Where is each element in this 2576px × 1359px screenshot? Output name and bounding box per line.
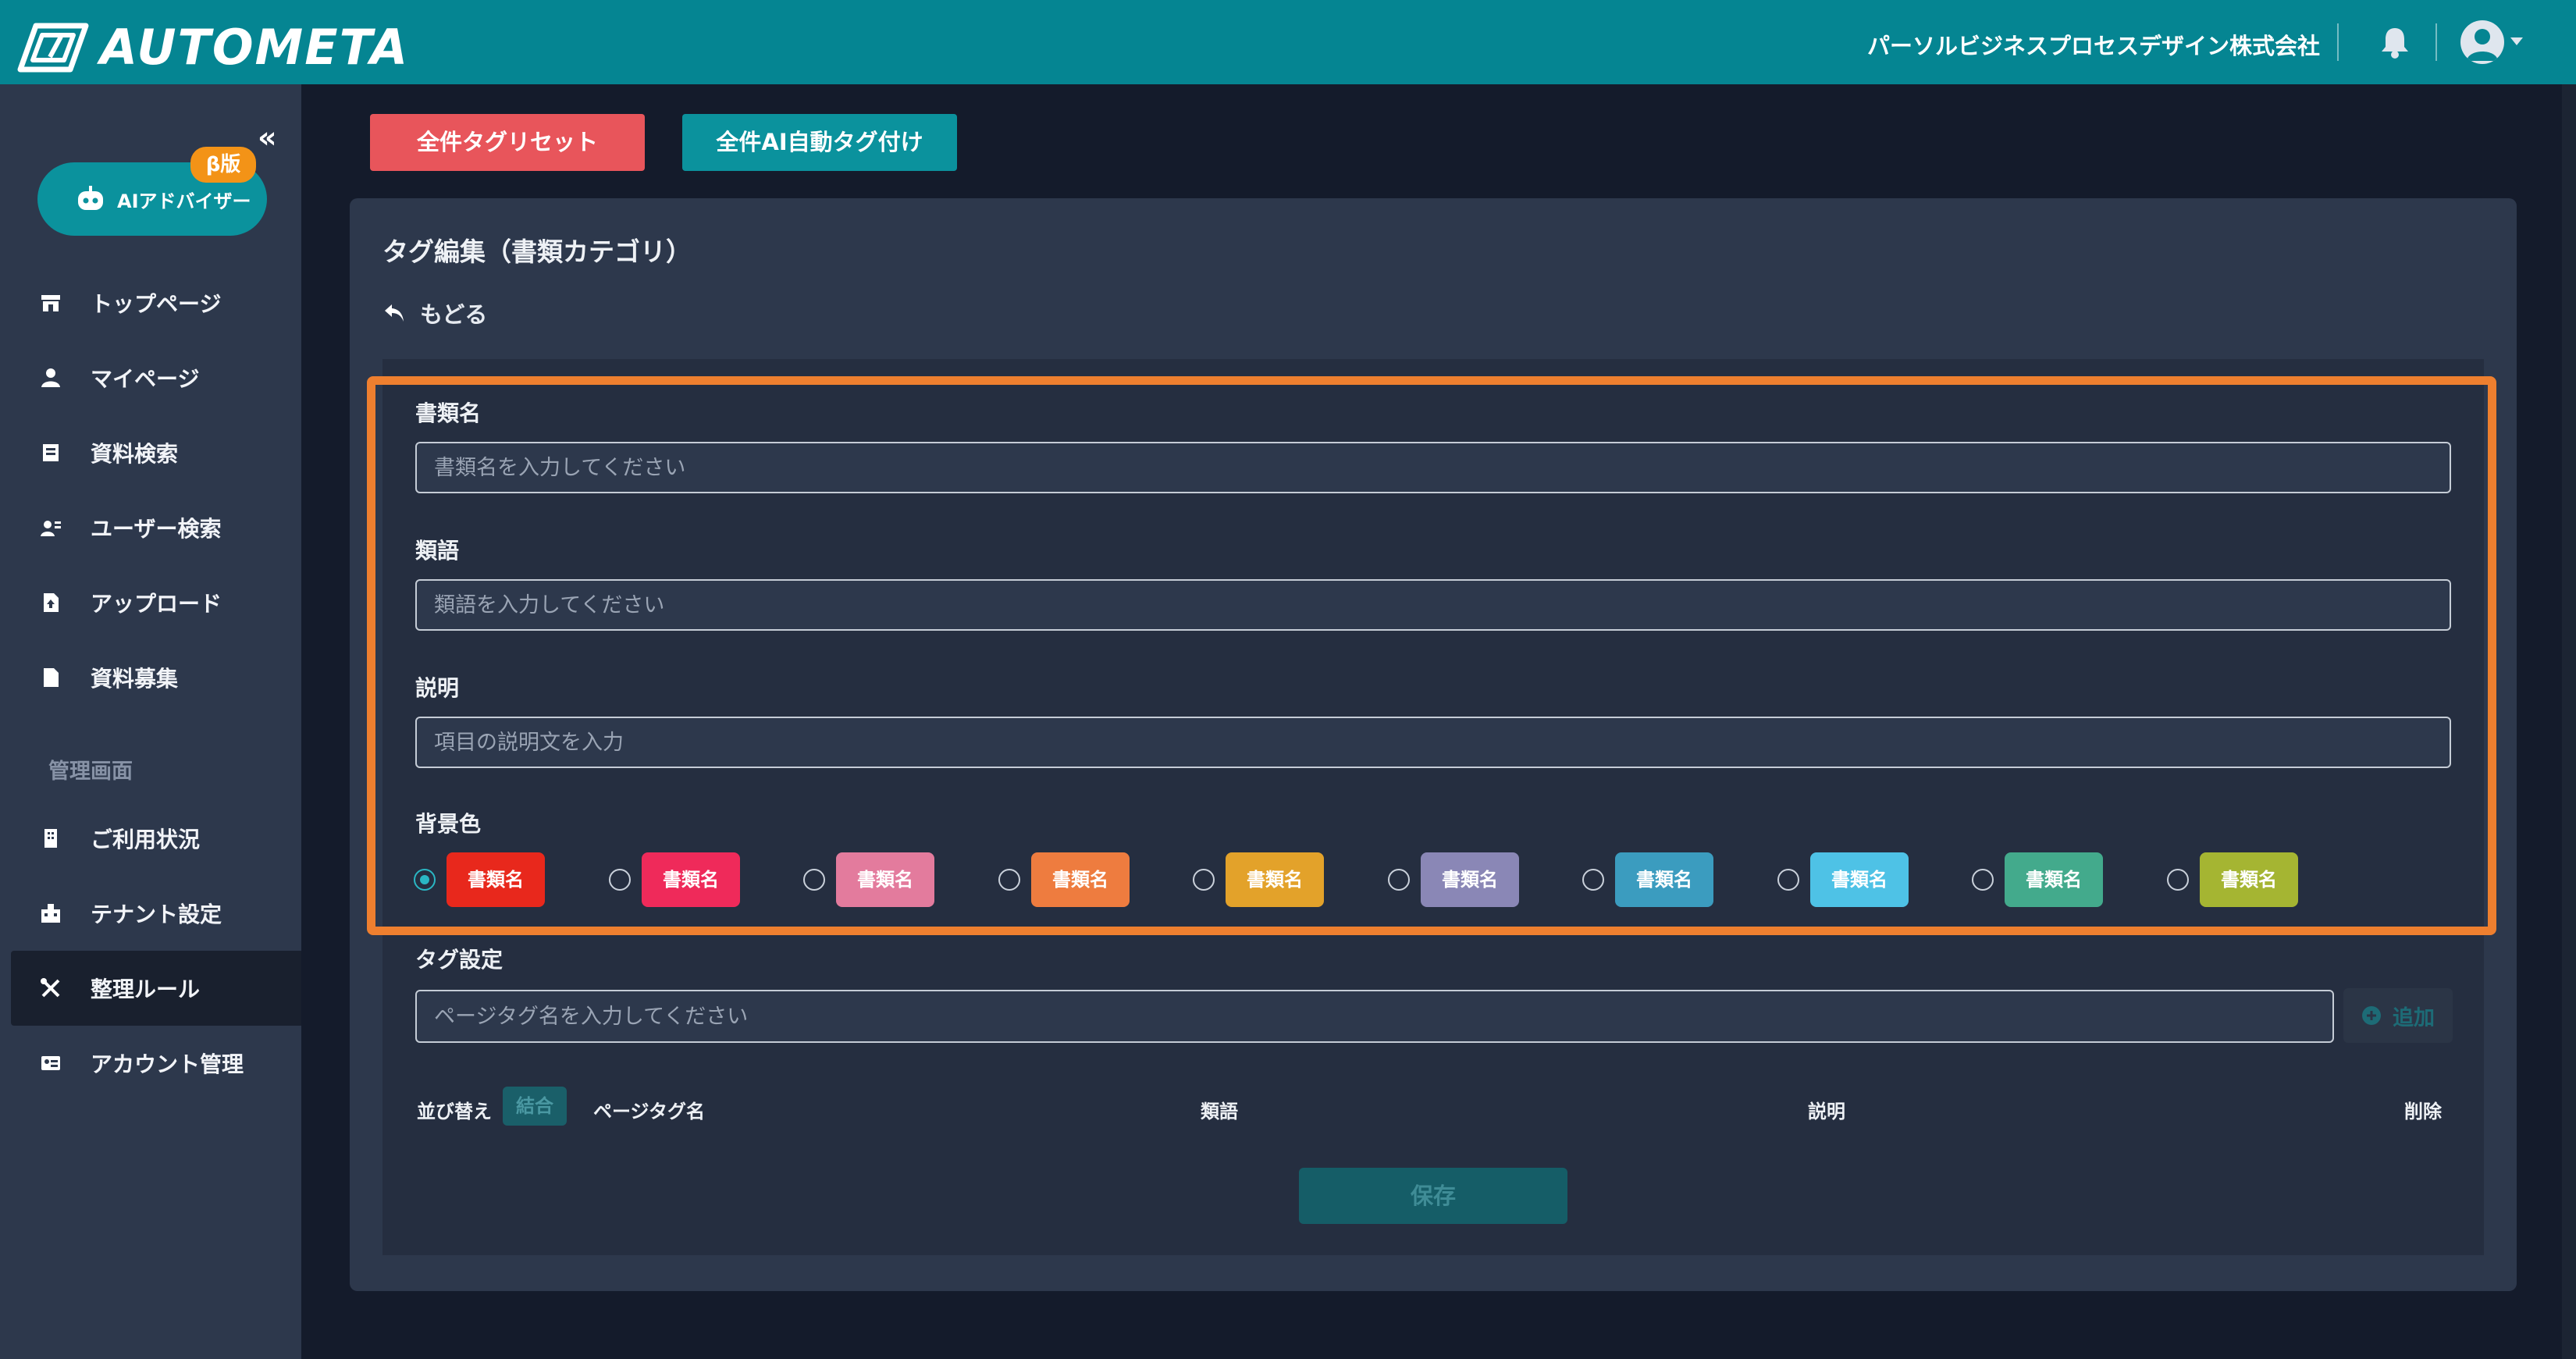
person-icon xyxy=(41,368,60,387)
add-tag-label: 追加 xyxy=(2393,1005,2435,1030)
sidebar-item-top-page[interactable]: トップページ xyxy=(11,265,301,340)
ai-auto-tag-all-button[interactable]: 全件AI自動タグ付け xyxy=(682,114,957,171)
header-divider xyxy=(2337,23,2339,61)
user-search-icon xyxy=(41,521,61,536)
brand-name: AUTOMETA xyxy=(100,19,410,76)
highlight-frame xyxy=(367,376,2496,935)
sidebar-item-organize-rules[interactable]: 整理ルール xyxy=(11,951,301,1026)
sidebar-item-label: 資料募集 xyxy=(91,666,179,692)
file-icon xyxy=(44,668,59,687)
admin-section-label: 管理画面 xyxy=(48,760,133,784)
save-button[interactable]: 保存 xyxy=(1299,1168,1567,1224)
sidebar: « AIアドバイザー β版 トップページ マイページ 資料検索 ユーザー検索 ア… xyxy=(0,84,301,1359)
robot-icon xyxy=(78,186,103,210)
sidebar-item-document-request[interactable]: 資料募集 xyxy=(11,640,301,715)
bell-icon[interactable] xyxy=(2376,23,2414,61)
sidebar-item-label: マイページ xyxy=(91,366,200,392)
tenant-icon xyxy=(41,904,60,923)
sidebar-item-document-search[interactable]: 資料検索 xyxy=(11,415,301,490)
building-icon xyxy=(44,829,57,848)
sidebar-item-user-search[interactable]: ユーザー検索 xyxy=(11,490,301,565)
sidebar-item-usage[interactable]: ご利用状況 xyxy=(11,801,301,876)
column-delete: 削除 xyxy=(2404,1101,2442,1122)
back-arrow-icon xyxy=(385,304,404,322)
back-label: もどる xyxy=(420,301,488,328)
column-sort: 並び替え xyxy=(417,1101,492,1122)
id-card-icon xyxy=(41,1056,60,1070)
plus-circle-icon xyxy=(2362,1006,2381,1025)
column-page-tag-name: ページタグ名 xyxy=(593,1101,706,1122)
company-name: パーソルビジネスプロセスデザイン株式会社 xyxy=(1866,33,2320,59)
merge-button[interactable]: 結合 xyxy=(503,1087,567,1126)
sidebar-item-label: アカウント管理 xyxy=(91,1051,244,1077)
tools-icon xyxy=(41,978,60,998)
user-avatar-icon[interactable] xyxy=(2460,20,2504,64)
reset-all-tags-button[interactable]: 全件タグリセット xyxy=(370,114,645,171)
column-synonym: 類語 xyxy=(1201,1101,1238,1122)
sidebar-item-label: 整理ルール xyxy=(91,977,201,1002)
document-search-icon xyxy=(43,444,59,461)
caret-down-icon[interactable] xyxy=(2509,36,2524,47)
logo-icon xyxy=(17,23,89,72)
add-tag-button[interactable]: 追加 xyxy=(2343,988,2453,1043)
ai-advisor-label: AIアドバイザー xyxy=(117,190,251,212)
sidebar-item-upload[interactable]: アップロード xyxy=(11,565,301,640)
sidebar-item-label: ご利用状況 xyxy=(91,827,201,852)
collapse-sidebar-button[interactable]: « xyxy=(258,120,277,155)
beta-badge: β版 xyxy=(190,147,256,183)
upload-file-icon xyxy=(44,593,59,612)
store-icon xyxy=(41,295,60,311)
scrollbar-track[interactable] xyxy=(2562,84,2576,1359)
page-tag-name-input[interactable] xyxy=(415,990,2334,1043)
column-description: 説明 xyxy=(1808,1101,1845,1122)
page-title: タグ編集（書類カテゴリ） xyxy=(382,237,692,267)
header-divider xyxy=(2435,23,2437,61)
back-link[interactable]: もどる xyxy=(382,297,487,329)
sidebar-item-label: ユーザー検索 xyxy=(91,516,222,542)
tag-settings-label: タグ設定 xyxy=(415,947,503,973)
sidebar-item-label: トップページ xyxy=(91,291,222,317)
sidebar-item-account-management[interactable]: アカウント管理 xyxy=(11,1026,301,1101)
sidebar-item-label: テナント設定 xyxy=(91,902,222,927)
sidebar-item-label: 資料検索 xyxy=(91,441,179,467)
sidebar-item-tenant-settings[interactable]: テナント設定 xyxy=(11,876,301,951)
sidebar-item-label: アップロード xyxy=(91,591,222,617)
top-header: AUTOMETA パーソルビジネスプロセスデザイン株式会社 xyxy=(0,0,2576,84)
sidebar-item-my-page[interactable]: マイページ xyxy=(11,340,301,415)
brand-logo[interactable]: AUTOMETA xyxy=(16,19,409,76)
